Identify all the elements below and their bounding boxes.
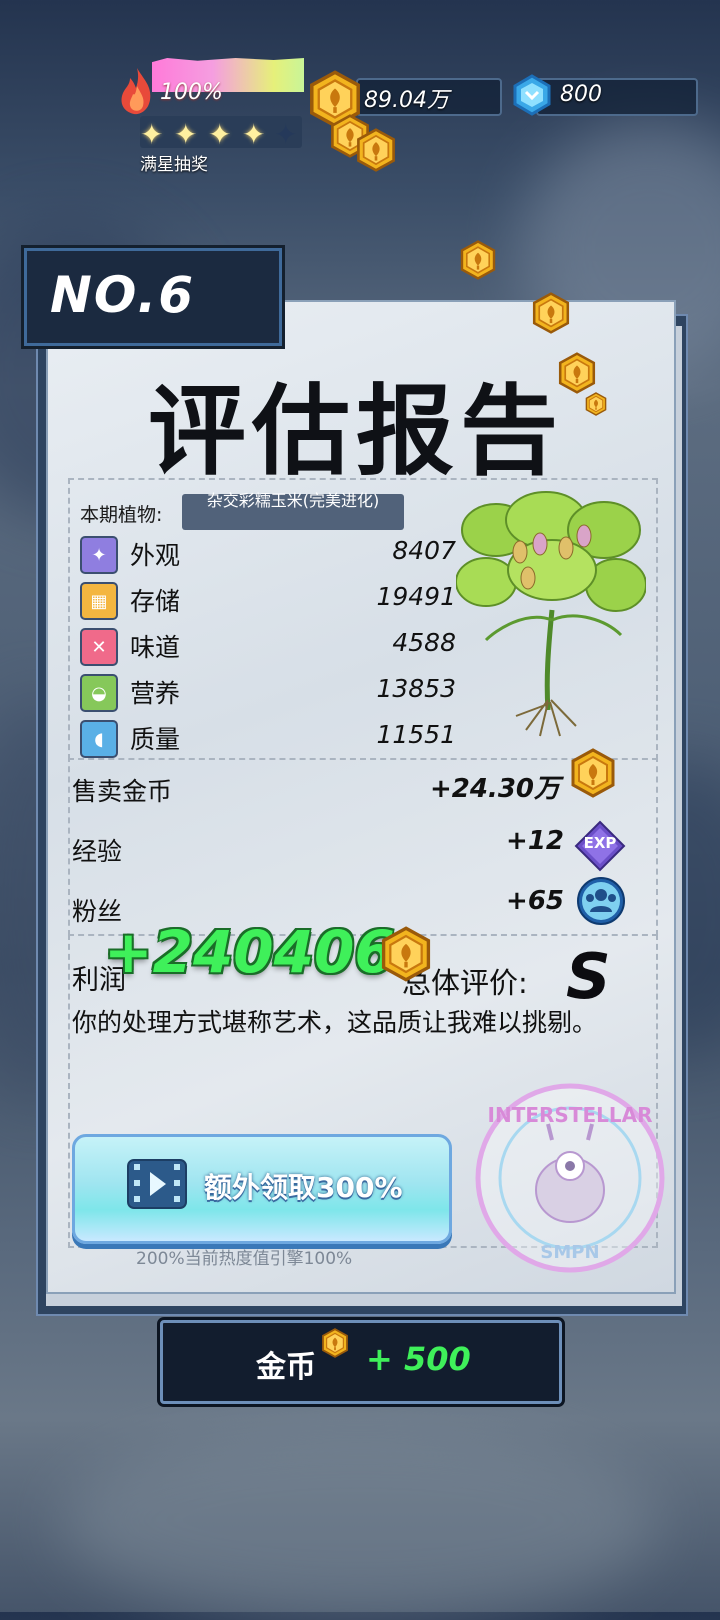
evaluation-comment: 你的处理方式堪称艺术，这品质让我难以挑剔。 <box>72 1008 598 1037</box>
reward-value-fans: +65 <box>506 886 564 916</box>
report-number: NO.6 <box>50 266 196 324</box>
coin-icon <box>381 926 431 982</box>
stat-value-storage: 19491 <box>376 582 456 611</box>
stat-label-storage: 存储 <box>130 587 181 616</box>
star-icon: ✦ <box>174 118 198 151</box>
stat-value-quality: 11551 <box>376 720 456 749</box>
flame-icon <box>121 68 151 115</box>
heat-percent: 100% <box>160 80 223 105</box>
grade-value: S <box>566 940 611 1013</box>
reward-label-exp: 经验 <box>72 837 123 866</box>
reward-label-gold: 售卖金币 <box>72 777 173 806</box>
gold-amount: 89.04万 <box>364 88 449 113</box>
exp-icon-text: EXP <box>583 834 617 852</box>
stat-value-taste: 4588 <box>392 628 456 657</box>
stamp-text-top: INTERSTELLAR <box>488 1103 653 1127</box>
exp-icon: EXP <box>574 820 626 872</box>
stat-label-quality: 质量 <box>130 725 181 754</box>
coin-icon <box>571 748 615 798</box>
utensils-icon: ✕ <box>80 628 118 666</box>
plant-illustration <box>456 491 646 737</box>
sparkle-icon: ✦ <box>80 536 118 574</box>
report-title: 评估报告 <box>148 375 565 489</box>
gem-icon <box>513 74 551 116</box>
plant-name: 杂交彩糯玉米(完美进化) <box>206 491 380 510</box>
stat-value-nutrition: 13853 <box>376 674 456 703</box>
claim-gold-label: 金币 <box>256 1350 316 1385</box>
coin-icon <box>532 292 570 334</box>
coin-icon <box>357 128 395 172</box>
stat-label-nutrition: 营养 <box>130 679 181 708</box>
reward-value-exp: +12 <box>506 826 564 856</box>
coin-icon <box>558 352 596 394</box>
star-empty-icon: ✦ <box>274 118 298 151</box>
nutrition-icon: ◒ <box>80 674 118 712</box>
gem-amount: 800 <box>560 82 602 107</box>
stamp-text-bottom: SMPN <box>540 1242 599 1263</box>
stat-value-appearance: 8407 <box>392 536 456 565</box>
star-icon: ✦ <box>140 118 164 151</box>
full-star-lottery-button[interactable]: 满星抽奖 <box>140 150 208 175</box>
star-icon: ✦ <box>208 118 232 151</box>
box-icon: ▦ <box>80 582 118 620</box>
coin-icon <box>585 392 607 416</box>
profit-value: +240406 <box>104 918 395 986</box>
coin-icon <box>460 240 496 280</box>
stat-label-taste: 味道 <box>130 633 181 662</box>
claim-gold-amount: + 500 <box>366 1340 471 1378</box>
muscle-icon: ◖ <box>80 720 118 758</box>
star-icon: ✦ <box>242 118 266 151</box>
coin-icon <box>322 1328 348 1358</box>
interstellar-stamp-icon: INTERSTELLAR SMPN <box>475 1083 665 1273</box>
video-ad-icon <box>127 1159 187 1209</box>
heat-engine-note: 200%当前热度值引擎100% <box>136 1249 353 1269</box>
extra-claim-label[interactable]: 额外领取300% <box>204 1166 403 1206</box>
claim-gold-button[interactable] <box>160 1320 562 1404</box>
stat-label-appearance: 外观 <box>130 541 181 570</box>
plant-label: 本期植物: <box>80 504 163 526</box>
reward-value-gold: +24.30万 <box>429 774 560 804</box>
fans-icon <box>577 877 625 925</box>
